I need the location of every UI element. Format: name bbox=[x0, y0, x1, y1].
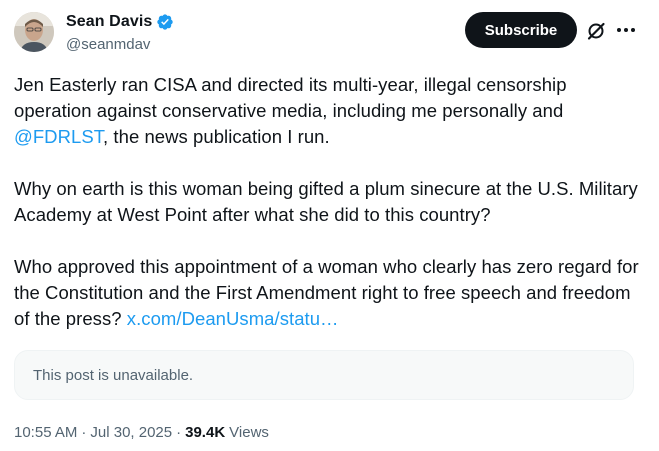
unavailable-notice: This post is unavailable. bbox=[33, 367, 194, 384]
tweet-paragraph-2: Why on earth is this woman being gifted … bbox=[14, 178, 638, 225]
views-label: Views bbox=[229, 424, 269, 441]
tweet-text: Jen Easterly ran CISA and directed its m… bbox=[14, 72, 644, 332]
post-meta: 10:55 AM · Jul 30, 2025 · 39.4K Views bbox=[14, 424, 269, 441]
author-handle[interactable]: @seanmdav bbox=[66, 36, 150, 53]
post-date[interactable]: Jul 30, 2025 bbox=[90, 424, 172, 441]
grok-icon[interactable] bbox=[585, 20, 607, 42]
post: Sean Davis @seanmdav Subscribe Jen Easte… bbox=[0, 0, 659, 451]
avatar[interactable] bbox=[14, 12, 54, 52]
views-count[interactable]: 39.4K bbox=[185, 424, 225, 441]
verified-badge-icon[interactable] bbox=[156, 13, 174, 31]
tweet-paragraph-1-tail: , the news publication I run. bbox=[103, 126, 330, 147]
quoted-post-link[interactable]: x.com/DeanUsma/statu… bbox=[127, 308, 339, 329]
mention-link[interactable]: @FDRLST bbox=[14, 126, 103, 147]
author-display-name[interactable]: Sean Davis bbox=[66, 13, 152, 31]
meta-separator: · bbox=[81, 424, 87, 441]
author-name-row: Sean Davis bbox=[66, 13, 174, 31]
quoted-post-card[interactable]: This post is unavailable. bbox=[14, 350, 634, 400]
tweet-paragraph-1: Jen Easterly ran CISA and directed its m… bbox=[14, 72, 644, 150]
more-options-icon[interactable] bbox=[614, 18, 638, 42]
meta-separator: · bbox=[176, 424, 182, 441]
post-time[interactable]: 10:55 AM bbox=[14, 424, 77, 441]
subscribe-button[interactable]: Subscribe bbox=[465, 12, 577, 48]
tweet-paragraph-1-text: Jen Easterly ran CISA and directed its m… bbox=[14, 74, 567, 121]
tweet-paragraph-3: Who approved this appointment of a woman… bbox=[14, 254, 644, 332]
